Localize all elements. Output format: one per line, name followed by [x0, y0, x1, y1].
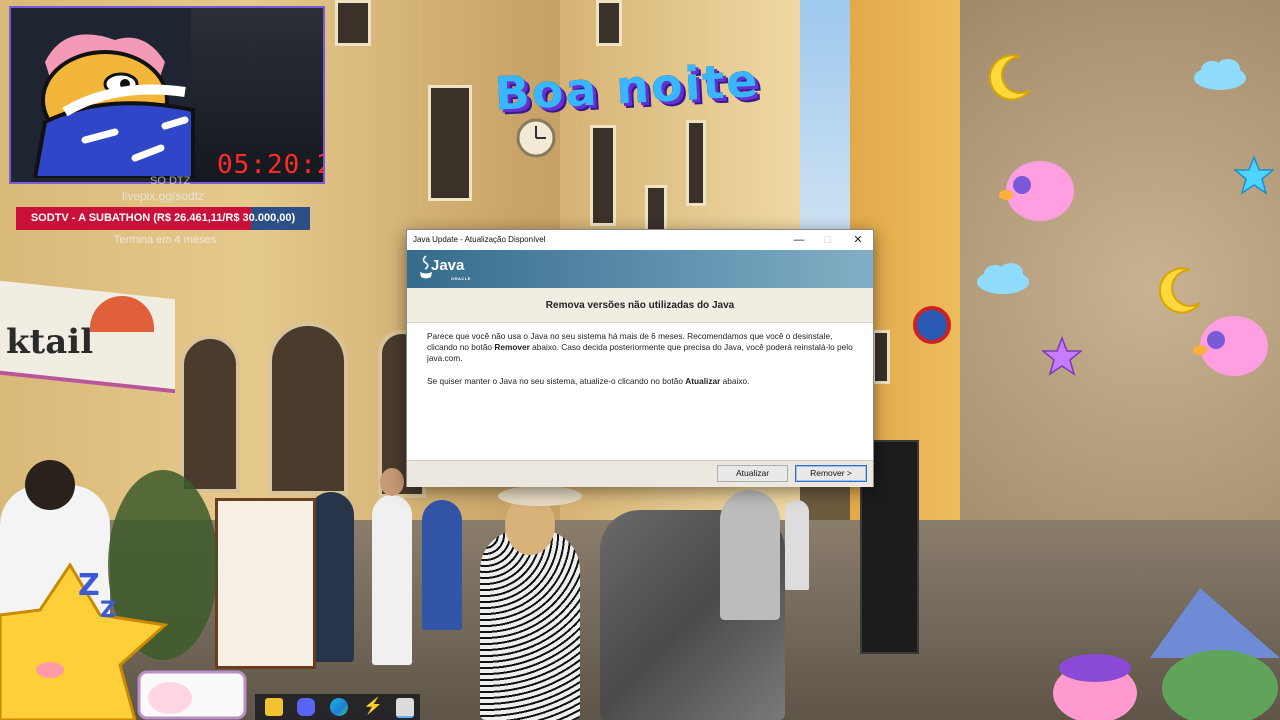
minimize-button[interactable]: —	[785, 232, 813, 248]
channel-name: SO DTZ	[150, 175, 191, 187]
person-polka-dress	[480, 530, 580, 720]
window	[686, 120, 706, 206]
webcam-panel: 05:20:25	[9, 6, 325, 184]
paragraph-remove: Parece que você não usa o Java no seu si…	[427, 331, 855, 364]
cloud-icon	[977, 263, 1029, 294]
moon-icon	[1158, 267, 1201, 314]
dialog-title: Java Update - Atualização Disponível	[413, 235, 546, 244]
java-logo-text: Java	[431, 257, 465, 274]
dialog-footer: Atualizar Remover >	[407, 460, 873, 487]
channel-url: livepix.gg/sodtz	[122, 189, 205, 203]
text: abaixo.	[720, 376, 750, 386]
person-head	[380, 468, 404, 496]
edge-icon[interactable]	[330, 698, 348, 716]
subathon-progress-bar: SODTV - A SUBATHON (R$ 26.461,11/R$ 30.0…	[16, 207, 310, 230]
text: Se quiser manter o Java no seu sistema, …	[427, 376, 686, 386]
moon-icon	[988, 54, 1031, 101]
paragraph-update: Se quiser manter o Java no seu sistema, …	[427, 376, 855, 387]
sleeping-cat-sprite	[137, 670, 247, 720]
svg-text:Z: Z	[100, 598, 116, 623]
sleeping-dog-mascot	[32, 34, 195, 178]
no-parking-sign	[913, 306, 951, 344]
archway	[268, 322, 348, 495]
sleeping-wizard-mascots	[1053, 588, 1280, 720]
person-head	[25, 460, 75, 510]
stream-timer: 05:20:25	[217, 150, 323, 180]
oracle-logo-text: ORACLE	[451, 276, 471, 281]
dialog-titlebar[interactable]: Java Update - Atualização Disponível — □…	[407, 230, 873, 250]
java-update-dialog: Java Update - Atualização Disponível — □…	[406, 229, 874, 487]
awning-text: ktail	[6, 322, 94, 362]
svg-text:Z: Z	[78, 568, 100, 603]
file-explorer-icon[interactable]	[265, 698, 283, 716]
window	[335, 0, 371, 46]
dialog-header: Remova versões não utilizadas do Java	[407, 288, 873, 323]
bold-text: Atualizar	[685, 376, 721, 386]
java-banner: Java ORACLE	[407, 250, 873, 288]
dialog-body: Parece que você não usa o Java no seu si…	[427, 331, 855, 399]
bold-text: Remover	[494, 342, 530, 352]
window	[872, 330, 890, 384]
discord-icon[interactable]	[297, 698, 315, 716]
window	[596, 0, 622, 46]
sheep-icon	[999, 161, 1074, 221]
person	[372, 495, 412, 665]
app-icon[interactable]: ⚡	[363, 698, 383, 716]
star-icon	[1042, 336, 1082, 376]
menu-board	[215, 498, 316, 669]
subathon-ends-in: Termina em 4 meses	[114, 234, 217, 246]
window	[590, 125, 616, 226]
star-icon	[1234, 155, 1274, 195]
person	[422, 500, 462, 630]
remove-button[interactable]: Remover >	[795, 465, 867, 482]
close-button[interactable]: ✕	[844, 232, 872, 248]
sun-hat	[498, 486, 582, 506]
dialog-heading: Remova versões não utilizadas do Java	[545, 300, 735, 311]
cloud-icon	[1194, 59, 1246, 90]
archway	[180, 335, 240, 493]
update-button[interactable]: Atualizar	[717, 465, 788, 482]
java-icon[interactable]	[396, 698, 414, 718]
taskbar: ⚡	[255, 694, 420, 720]
maximize-button: □	[824, 234, 832, 246]
person	[720, 490, 780, 620]
person	[785, 500, 809, 590]
sheep-icon	[1193, 316, 1268, 376]
